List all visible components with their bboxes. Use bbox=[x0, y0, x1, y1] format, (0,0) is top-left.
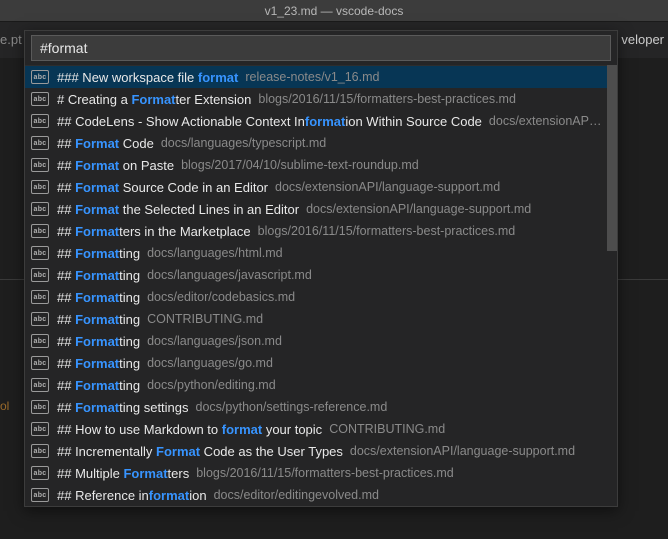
symbol-string-icon: abc bbox=[31, 202, 49, 216]
result-label: ## CodeLens - Show Actionable Context In… bbox=[57, 114, 482, 129]
quick-open-result[interactable]: abc ## CodeLens - Show Actionable Context… bbox=[25, 110, 617, 132]
symbol-string-icon: abc bbox=[31, 158, 49, 172]
result-path: docs/editor/editingevolved.md bbox=[214, 488, 379, 502]
panel-peek-text: ol bbox=[0, 399, 9, 413]
symbol-string-icon: abc bbox=[31, 356, 49, 370]
result-path: CONTRIBUTING.md bbox=[147, 312, 263, 326]
result-path: docs/editor/codebasics.md bbox=[147, 290, 295, 304]
quick-open-input-wrap bbox=[25, 31, 617, 66]
quick-open-result[interactable]: abc ## Reference information docs/editor/e… bbox=[25, 484, 617, 506]
quick-open-result[interactable]: abc ## Format the Selected Lines in an Ed… bbox=[25, 198, 617, 220]
result-label: # Creating a Formatter Extension bbox=[57, 92, 251, 107]
result-path: docs/languages/html.md bbox=[147, 246, 283, 260]
quick-open-result[interactable]: abc ## Formatting docs/editor/codebasics.m… bbox=[25, 286, 617, 308]
result-path: docs/python/settings-reference.md bbox=[196, 400, 388, 414]
result-label: ## Formatting bbox=[57, 312, 140, 327]
quick-open-result[interactable]: abc ## Formatting docs/languages/javascrip… bbox=[25, 264, 617, 286]
result-label: ## Format Code bbox=[57, 136, 154, 151]
symbol-string-icon: abc bbox=[31, 136, 49, 150]
tab-peek-left: e.pt bbox=[0, 32, 22, 47]
symbol-string-icon: abc bbox=[31, 246, 49, 260]
symbol-string-icon: abc bbox=[31, 180, 49, 194]
quick-open-result[interactable]: abc ## Format Source Code in an Editor doc… bbox=[25, 176, 617, 198]
result-label: ## Reference information bbox=[57, 488, 207, 503]
result-path: docs/languages/typescript.md bbox=[161, 136, 326, 150]
result-path: docs/extensionAPI/language-support.md bbox=[275, 180, 500, 194]
result-label: ## Format the Selected Lines in an Edito… bbox=[57, 202, 299, 217]
result-path: docs/python/editing.md bbox=[147, 378, 276, 392]
result-path: blogs/2017/04/10/sublime-text-roundup.md bbox=[181, 158, 419, 172]
result-label: ## Formatting bbox=[57, 356, 140, 371]
result-path: docs/languages/javascript.md bbox=[147, 268, 312, 282]
result-path: blogs/2016/11/15/formatters-best-practic… bbox=[196, 466, 454, 480]
quick-open-widget: abc ### New workspace file format release-… bbox=[24, 30, 618, 507]
result-label: ## Formatting settings bbox=[57, 400, 189, 415]
symbol-string-icon: abc bbox=[31, 334, 49, 348]
symbol-string-icon: abc bbox=[31, 268, 49, 282]
result-path: docs/languages/json.md bbox=[147, 334, 282, 348]
symbol-string-icon: abc bbox=[31, 114, 49, 128]
quick-open-result[interactable]: abc ## Formatting docs/languages/json.md bbox=[25, 330, 617, 352]
symbol-string-icon: abc bbox=[31, 312, 49, 326]
quick-open-input[interactable] bbox=[31, 35, 611, 61]
result-label: ## Format Source Code in an Editor bbox=[57, 180, 268, 195]
quick-open-result[interactable]: abc ### New workspace file format release-… bbox=[25, 66, 617, 88]
result-label: ## Formatting bbox=[57, 268, 140, 283]
symbol-string-icon: abc bbox=[31, 422, 49, 436]
quick-open-result[interactable]: abc ## Format Code docs/languages/typescri… bbox=[25, 132, 617, 154]
symbol-string-icon: abc bbox=[31, 444, 49, 458]
tab-peek-right: veloper bbox=[621, 32, 664, 47]
symbol-string-icon: abc bbox=[31, 466, 49, 480]
result-path: docs/extensionAPI/language-support.md bbox=[350, 444, 575, 458]
quick-open-result[interactable]: abc ## Formatting docs/python/editing.md bbox=[25, 374, 617, 396]
window-titlebar: v1_23.md — vscode-docs bbox=[0, 0, 668, 22]
quick-open-result[interactable]: abc ## Formatting settings docs/python/set… bbox=[25, 396, 617, 418]
quick-open-result[interactable]: abc ## How to use Markdown to format your… bbox=[25, 418, 617, 440]
window-title: v1_23.md — vscode-docs bbox=[265, 4, 404, 18]
symbol-string-icon: abc bbox=[31, 92, 49, 106]
quick-open-result[interactable]: abc # Creating a Formatter Extension blogs… bbox=[25, 88, 617, 110]
symbol-string-icon: abc bbox=[31, 70, 49, 84]
symbol-string-icon: abc bbox=[31, 400, 49, 414]
symbol-string-icon: abc bbox=[31, 378, 49, 392]
result-path: docs/languages/go.md bbox=[147, 356, 273, 370]
quick-open-result[interactable]: abc ## Multiple Formatters blogs/2016/11/1… bbox=[25, 462, 617, 484]
result-label: ### New workspace file format bbox=[57, 70, 238, 85]
result-path: blogs/2016/11/15/formatters-best-practic… bbox=[258, 92, 516, 106]
result-label: ## How to use Markdown to format your to… bbox=[57, 422, 322, 437]
result-path: release-notes/v1_16.md bbox=[245, 70, 379, 84]
quick-open-list: abc ### New workspace file format release-… bbox=[25, 66, 617, 506]
symbol-string-icon: abc bbox=[31, 488, 49, 502]
result-label: ## Format on Paste bbox=[57, 158, 174, 173]
quick-open-scrollbar[interactable] bbox=[607, 65, 617, 251]
quick-open-result[interactable]: abc ## Format on Paste blogs/2017/04/10/su… bbox=[25, 154, 617, 176]
quick-open-result[interactable]: abc ## Incrementally Format Code as the U… bbox=[25, 440, 617, 462]
quick-open-result[interactable]: abc ## Formatters in the Marketplace blogs… bbox=[25, 220, 617, 242]
result-label: ## Formatting bbox=[57, 246, 140, 261]
result-label: ## Formatting bbox=[57, 334, 140, 349]
result-label: ## Incrementally Format Code as the User… bbox=[57, 444, 343, 459]
result-label: ## Formatters in the Marketplace bbox=[57, 224, 251, 239]
quick-open-result[interactable]: abc ## Formatting docs/languages/html.md bbox=[25, 242, 617, 264]
result-path: blogs/2016/11/15/formatters-best-practic… bbox=[258, 224, 516, 238]
result-path: docs/extensionAP… bbox=[489, 114, 602, 128]
result-label: ## Formatting bbox=[57, 378, 140, 393]
quick-open-result[interactable]: abc ## Formatting CONTRIBUTING.md bbox=[25, 308, 617, 330]
result-label: ## Formatting bbox=[57, 290, 140, 305]
result-label: ## Multiple Formatters bbox=[57, 466, 189, 481]
result-path: docs/extensionAPI/language-support.md bbox=[306, 202, 531, 216]
symbol-string-icon: abc bbox=[31, 224, 49, 238]
quick-open-result[interactable]: abc ## Formatting docs/languages/go.md bbox=[25, 352, 617, 374]
symbol-string-icon: abc bbox=[31, 290, 49, 304]
result-path: CONTRIBUTING.md bbox=[329, 422, 445, 436]
